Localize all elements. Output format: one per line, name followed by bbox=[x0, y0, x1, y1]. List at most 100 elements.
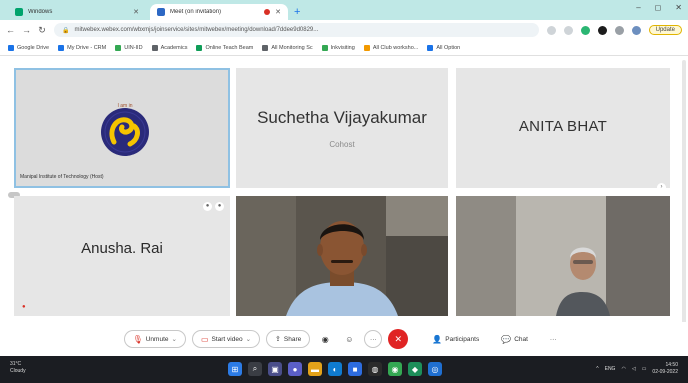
chat-app-icon[interactable]: ● bbox=[288, 362, 302, 376]
tile-pin-icon[interactable]: ● bbox=[203, 202, 212, 211]
window-controls: – ◻ ✕ bbox=[636, 3, 682, 12]
weather-widget[interactable]: 31°C Cloudy bbox=[10, 361, 26, 375]
participant-video-feed bbox=[456, 196, 670, 316]
taskbar-apps: ⊞ ⌕ ▣ ● ▬ ◐ ■ ◍ ◉ ◆ ◎ bbox=[228, 362, 442, 376]
participant-tile-suchetha[interactable]: Suchetha Vijayakumar Cohost bbox=[236, 68, 448, 188]
overflow-button[interactable]: ··· bbox=[541, 330, 565, 348]
participant-name: ANITA BHAT bbox=[518, 118, 608, 135]
smiley-icon: ☺ bbox=[345, 334, 354, 344]
forward-icon[interactable]: → bbox=[22, 25, 31, 35]
start-video-button[interactable]: ▭ Start video ⌄ bbox=[191, 330, 261, 348]
bookmark-label: UIN-IID bbox=[124, 44, 143, 51]
bookmark-item[interactable]: My Drive - CRM bbox=[58, 44, 106, 51]
share-screen-icon: ⇪ bbox=[275, 336, 281, 343]
leave-meeting-button[interactable]: ✕ bbox=[388, 329, 409, 349]
lock-icon: 🔒 bbox=[62, 27, 70, 34]
tile-options-icon[interactable]: › bbox=[657, 183, 666, 188]
share-button[interactable]: ⇪ Share bbox=[266, 330, 311, 348]
os-taskbar: 31°C Cloudy ⊞ ⌕ ▣ ● ▬ ◐ ■ ◍ ◉ ◆ ◎ ^ ENG … bbox=[0, 356, 688, 383]
reload-icon[interactable]: ↻ bbox=[38, 25, 46, 36]
bookmark-item[interactable]: All Club worksho... bbox=[363, 44, 419, 51]
volume-icon[interactable]: ◁ bbox=[632, 366, 636, 372]
more-icon: ··· bbox=[370, 335, 377, 343]
task-view-icon[interactable]: ▣ bbox=[268, 362, 282, 376]
record-button[interactable]: ◉ bbox=[316, 330, 335, 348]
clock-time: 14:50 bbox=[665, 362, 678, 368]
participants-icon: 👤 bbox=[432, 334, 443, 344]
participant-video-tile[interactable] bbox=[456, 196, 670, 316]
minimize-button[interactable]: – bbox=[636, 3, 640, 12]
participant-tile-anita[interactable]: ANITA BHAT › bbox=[456, 68, 670, 188]
participant-tile-host[interactable]: I am in Manipal Institute of Technology … bbox=[14, 68, 230, 188]
bookmark-item[interactable]: UIN-IID bbox=[115, 44, 143, 51]
update-button[interactable]: Update bbox=[648, 25, 682, 35]
institute-logo-icon: I am in bbox=[101, 103, 149, 156]
new-tab-button[interactable]: + bbox=[294, 6, 300, 18]
scrollbar[interactable] bbox=[682, 60, 686, 350]
tab-title: Windows bbox=[28, 9, 53, 15]
system-tray: ^ ENG ◠ ◁ ▭ 14:50 02-09-2022 bbox=[596, 362, 678, 376]
tab-close-icon[interactable]: ✕ bbox=[133, 8, 139, 16]
tab-close-icon[interactable]: ✕ bbox=[275, 8, 281, 16]
tab-favicon bbox=[157, 8, 165, 16]
extension-icon[interactable] bbox=[597, 25, 607, 35]
tab-favicon bbox=[15, 8, 23, 16]
bookmark-label: Google Drive bbox=[17, 44, 50, 51]
bookmark-item[interactable]: Google Drive bbox=[8, 44, 50, 51]
chevron-up-icon[interactable]: ^ bbox=[596, 366, 598, 372]
close-window-button[interactable]: ✕ bbox=[675, 3, 682, 12]
reactions-button[interactable]: ☺ bbox=[340, 330, 359, 348]
edge-icon[interactable]: ◐ bbox=[328, 362, 342, 376]
bookmark-label: All Option bbox=[436, 44, 461, 51]
bookmark-icon bbox=[321, 44, 328, 51]
bookmark-item[interactable]: Academics bbox=[151, 44, 188, 51]
chat-icon: 💬 bbox=[501, 334, 512, 344]
more-options-button[interactable]: ··· bbox=[364, 330, 383, 348]
chrome-icon[interactable]: ◉ bbox=[388, 362, 402, 376]
tile-more-icon[interactable]: ● bbox=[215, 202, 224, 211]
bookmark-label: Academics bbox=[160, 44, 188, 51]
unmute-button[interactable]: 🎙 Unmute ⌄ bbox=[123, 330, 186, 348]
recording-dot-icon bbox=[264, 9, 271, 15]
maximize-button[interactable]: ◻ bbox=[655, 3, 662, 12]
star-icon[interactable] bbox=[563, 25, 573, 35]
clock[interactable]: 14:50 02-09-2022 bbox=[652, 362, 678, 376]
bookmark-icon bbox=[427, 44, 434, 51]
share-label: Share bbox=[283, 335, 302, 343]
chat-button[interactable]: 💬 Chat bbox=[493, 330, 536, 348]
participant-video-tile[interactable] bbox=[236, 196, 448, 316]
participants-button[interactable]: 👤 Participants bbox=[424, 330, 488, 348]
bookmark-item[interactable]: Online Teach Beam bbox=[196, 44, 253, 51]
tab-meeting[interactable]: Meet (on invitation) ✕ bbox=[150, 4, 288, 20]
bookmark-item[interactable]: All Option bbox=[427, 44, 461, 51]
camera-off-icon: ▭ bbox=[200, 334, 209, 344]
participant-caption: Manipal Institute of Technology (Host) bbox=[20, 174, 104, 180]
app-icon[interactable]: ◎ bbox=[428, 362, 442, 376]
app-icon[interactable]: ◆ bbox=[408, 362, 422, 376]
bookmark-label: All Club worksho... bbox=[372, 44, 419, 51]
participant-video-feed bbox=[236, 196, 448, 316]
url-field[interactable]: 🔒 mitwebex.webex.com/wbxmjs/joinservice/… bbox=[54, 23, 539, 37]
bookmark-item[interactable]: Inkvisiting bbox=[321, 44, 355, 51]
extension-icon[interactable] bbox=[580, 25, 590, 35]
puzzle-icon[interactable] bbox=[614, 25, 624, 35]
back-icon[interactable]: ← bbox=[6, 25, 15, 35]
webex-icon[interactable]: ◍ bbox=[368, 362, 382, 376]
language-indicator[interactable]: ENG bbox=[605, 366, 616, 372]
wifi-icon[interactable]: ◠ bbox=[621, 366, 625, 372]
tab-windows[interactable]: Windows ✕ bbox=[8, 4, 146, 20]
start-menu-icon[interactable]: ⊞ bbox=[228, 362, 242, 376]
profile-avatar[interactable] bbox=[631, 25, 641, 35]
bookmark-item[interactable]: All Monitoring Sc bbox=[262, 44, 313, 51]
participant-tile-anusha[interactable]: ● ● Anusha. Rai ● bbox=[14, 196, 230, 316]
search-icon[interactable]: ⌕ bbox=[248, 362, 262, 376]
screen: Windows ✕ Meet (on invitation) ✕ + – ◻ ✕… bbox=[0, 0, 688, 383]
store-icon[interactable]: ■ bbox=[348, 362, 362, 376]
chevron-down-icon[interactable]: ⌄ bbox=[172, 335, 177, 343]
bookmark-icon bbox=[58, 44, 65, 51]
unmute-label: Unmute bbox=[145, 335, 169, 343]
file-explorer-icon[interactable]: ▬ bbox=[308, 362, 322, 376]
share-page-icon[interactable] bbox=[546, 25, 556, 35]
battery-icon[interactable]: ▭ bbox=[642, 366, 647, 372]
chevron-down-icon[interactable]: ⌄ bbox=[246, 335, 251, 343]
